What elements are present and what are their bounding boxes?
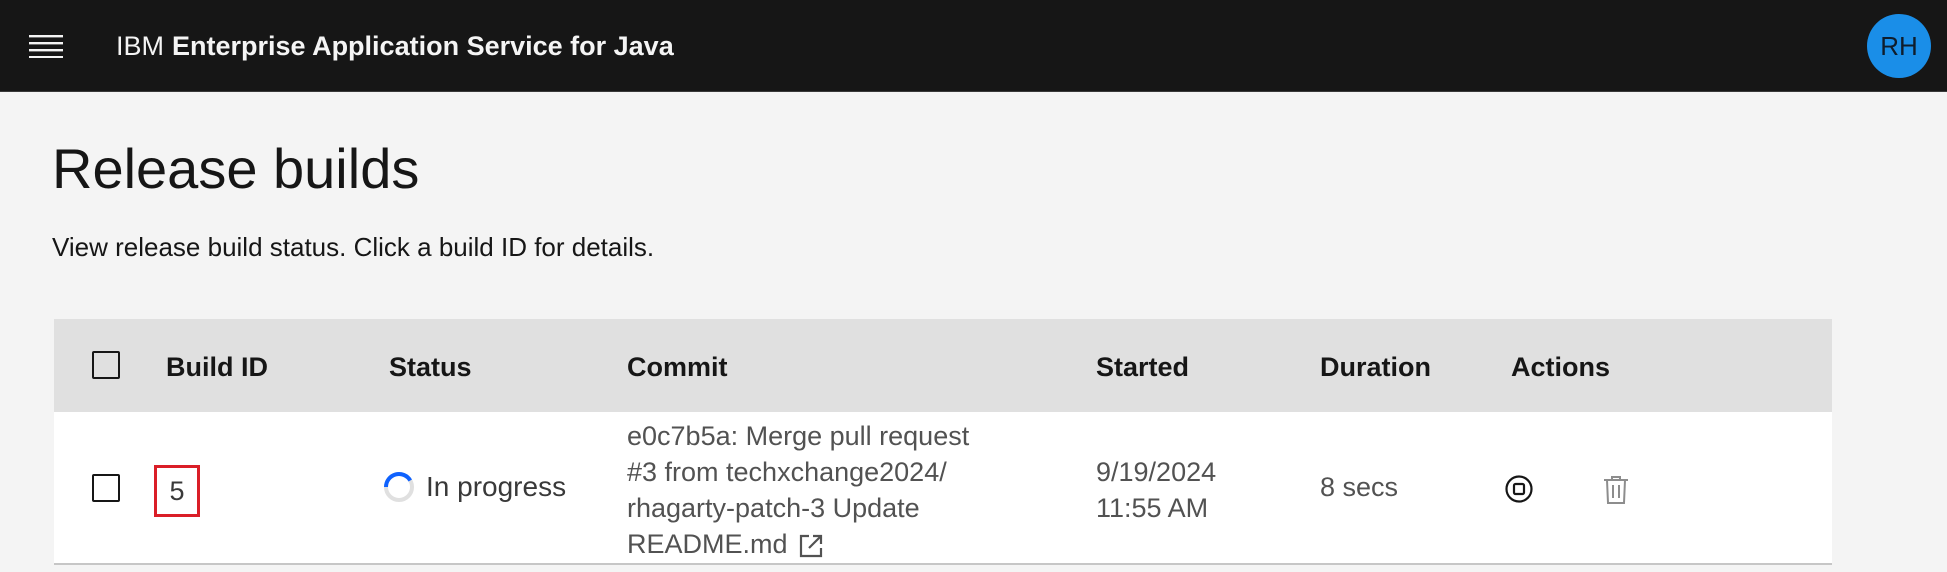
commit-link[interactable]: e0c7b5a: Merge pull request #3 from tech… bbox=[627, 418, 969, 562]
external-link-icon bbox=[799, 534, 822, 557]
row-select-checkbox[interactable] bbox=[92, 474, 120, 502]
duration-value: 8 secs bbox=[1320, 472, 1399, 502]
app-name-link[interactable]: IBM Enterprise Application Service for J… bbox=[116, 0, 674, 92]
commit-line: rhagarty-patch-3 Update bbox=[627, 493, 920, 523]
app-header: IBM Enterprise Application Service for J… bbox=[0, 0, 1947, 92]
column-header-build-id[interactable]: Build ID bbox=[166, 352, 268, 383]
column-header-duration[interactable]: Duration bbox=[1320, 352, 1431, 383]
user-avatar[interactable]: RH bbox=[1867, 14, 1931, 78]
column-header-started[interactable]: Started bbox=[1096, 352, 1189, 383]
build-status: In progress bbox=[382, 470, 566, 504]
started-date: 9/19/2024 bbox=[1096, 457, 1217, 487]
status-text: In progress bbox=[426, 471, 567, 502]
delete-build-button[interactable] bbox=[1599, 472, 1633, 508]
hamburger-menu-button[interactable] bbox=[0, 0, 92, 92]
table-row: 5 In progress e0c7b5a: Merge pull reques… bbox=[54, 412, 1832, 565]
table-header: Build ID Status Commit Started Duration … bbox=[54, 319, 1832, 412]
avatar-initials: RH bbox=[1880, 30, 1918, 61]
commit-line: README.md bbox=[627, 529, 788, 559]
started-clock: 11:55 AM bbox=[1096, 493, 1209, 523]
column-header-status[interactable]: Status bbox=[389, 352, 472, 383]
stop-build-button[interactable] bbox=[1502, 472, 1536, 506]
stop-icon bbox=[1505, 475, 1533, 503]
loading-spinner-icon bbox=[384, 472, 414, 502]
build-id-value: 5 bbox=[169, 475, 185, 506]
build-id-link[interactable]: 5 bbox=[154, 465, 200, 517]
menu-icon bbox=[29, 35, 63, 58]
select-all-checkbox[interactable] bbox=[92, 351, 120, 379]
started-time: 9/19/2024 11:55 AM bbox=[1096, 454, 1216, 526]
column-header-commit[interactable]: Commit bbox=[627, 352, 728, 383]
column-header-actions: Actions bbox=[1511, 352, 1611, 382]
company-name: IBM bbox=[116, 30, 165, 61]
product-name: Enterprise Application Service for Java bbox=[172, 30, 674, 61]
page-title: Release builds bbox=[52, 137, 420, 200]
trash-icon bbox=[1604, 476, 1628, 504]
commit-line: e0c7b5a: Merge pull request bbox=[627, 421, 970, 451]
commit-line-last: README.md bbox=[627, 526, 969, 562]
page-description: View release build status. Click a build… bbox=[52, 232, 655, 262]
commit-line: #3 from techxchange2024/ bbox=[627, 457, 947, 487]
